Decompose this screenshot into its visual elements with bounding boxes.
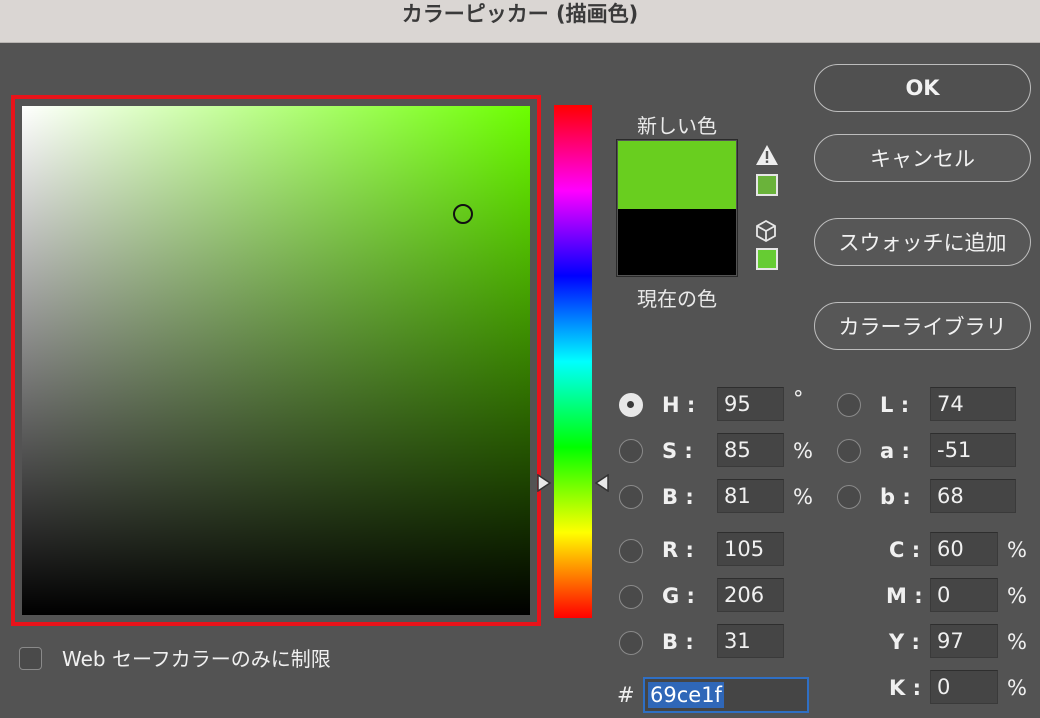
radio-saturation[interactable] — [619, 439, 643, 463]
red-input[interactable]: 105 — [717, 532, 784, 566]
add-to-swatches-button[interactable]: スウォッチに追加 — [814, 218, 1031, 266]
green-input[interactable]: 206 — [717, 578, 784, 612]
cube-icon[interactable] — [755, 219, 777, 243]
hue-label: H : — [662, 393, 696, 417]
lab-a-input[interactable]: -51 — [930, 433, 1016, 467]
warning-triangle-icon[interactable] — [755, 143, 779, 167]
color-field[interactable] — [22, 106, 530, 615]
ok-button[interactable]: OK — [814, 64, 1031, 112]
yellow-unit: % — [1007, 630, 1027, 654]
new-color-swatch — [618, 141, 736, 209]
title-bar: カラーピッカー (描画色) — [0, 0, 1040, 43]
saturation-unit: % — [793, 439, 813, 463]
web-safe-only-label[interactable]: Web セーフカラーのみに制限 — [62, 641, 331, 677]
yellow-input[interactable]: 97 — [930, 624, 998, 658]
hue-input[interactable]: 95 — [717, 387, 784, 421]
yellow-label: Y : — [889, 630, 920, 654]
saturation-label: S : — [662, 439, 693, 463]
radio-green[interactable] — [619, 585, 643, 609]
web-safe-swatch[interactable] — [756, 248, 778, 270]
brightness-label: B : — [662, 485, 694, 509]
radio-lab-l[interactable] — [837, 393, 861, 417]
blue-label: B : — [662, 630, 694, 654]
hex-value-selected: 69ce1f — [648, 682, 724, 708]
color-field-picker-circle[interactable] — [453, 204, 473, 224]
green-label: G : — [662, 584, 695, 608]
blue-input[interactable]: 31 — [717, 624, 784, 658]
lab-b-input[interactable]: 68 — [930, 479, 1016, 513]
lab-a-label: a : — [880, 439, 910, 463]
brightness-input[interactable]: 81 — [717, 479, 784, 513]
web-safe-only-checkbox[interactable] — [19, 647, 42, 670]
current-color-label: 現在の色 — [637, 287, 717, 311]
radio-red[interactable] — [619, 539, 643, 563]
cyan-input[interactable]: 60 — [930, 532, 998, 566]
color-libraries-button[interactable]: カラーライブラリ — [814, 302, 1031, 350]
hue-slider[interactable] — [554, 105, 592, 618]
color-field-highlight — [11, 95, 541, 626]
magenta-input[interactable]: 0 — [930, 578, 998, 612]
hex-input[interactable]: 69ce1f — [643, 677, 809, 713]
new-color-label: 新しい色 — [637, 114, 717, 138]
brightness-unit: % — [793, 485, 813, 509]
saturation-input[interactable]: 85 — [717, 433, 784, 467]
black-unit: % — [1007, 676, 1027, 700]
window-title: カラーピッカー (描画色) — [401, 2, 639, 26]
lab-l-input[interactable]: 74 — [930, 387, 1016, 421]
hex-label: # — [617, 683, 635, 707]
lab-l-label: L : — [880, 393, 910, 417]
red-label: R : — [662, 538, 694, 562]
hue-unit: ° — [793, 387, 804, 411]
cancel-button[interactable]: キャンセル — [814, 134, 1031, 182]
color-comparison-swatch — [616, 139, 738, 277]
gamut-correction-swatch[interactable] — [756, 174, 778, 196]
radio-blue[interactable] — [619, 631, 643, 655]
black-input[interactable]: 0 — [930, 670, 998, 704]
current-color-swatch[interactable] — [618, 209, 736, 275]
radio-brightness[interactable] — [619, 485, 643, 509]
magenta-unit: % — [1007, 584, 1027, 608]
radio-lab-a[interactable] — [837, 439, 861, 463]
magenta-label: M : — [886, 584, 923, 608]
cyan-unit: % — [1007, 538, 1027, 562]
black-label: K : — [889, 676, 921, 700]
hue-slider-left-handle[interactable] — [536, 474, 552, 492]
cyan-label: C : — [889, 538, 921, 562]
radio-lab-b[interactable] — [837, 485, 861, 509]
radio-hue[interactable] — [619, 393, 643, 417]
lab-b-label: b : — [880, 485, 911, 509]
hue-slider-right-handle[interactable] — [594, 474, 610, 492]
